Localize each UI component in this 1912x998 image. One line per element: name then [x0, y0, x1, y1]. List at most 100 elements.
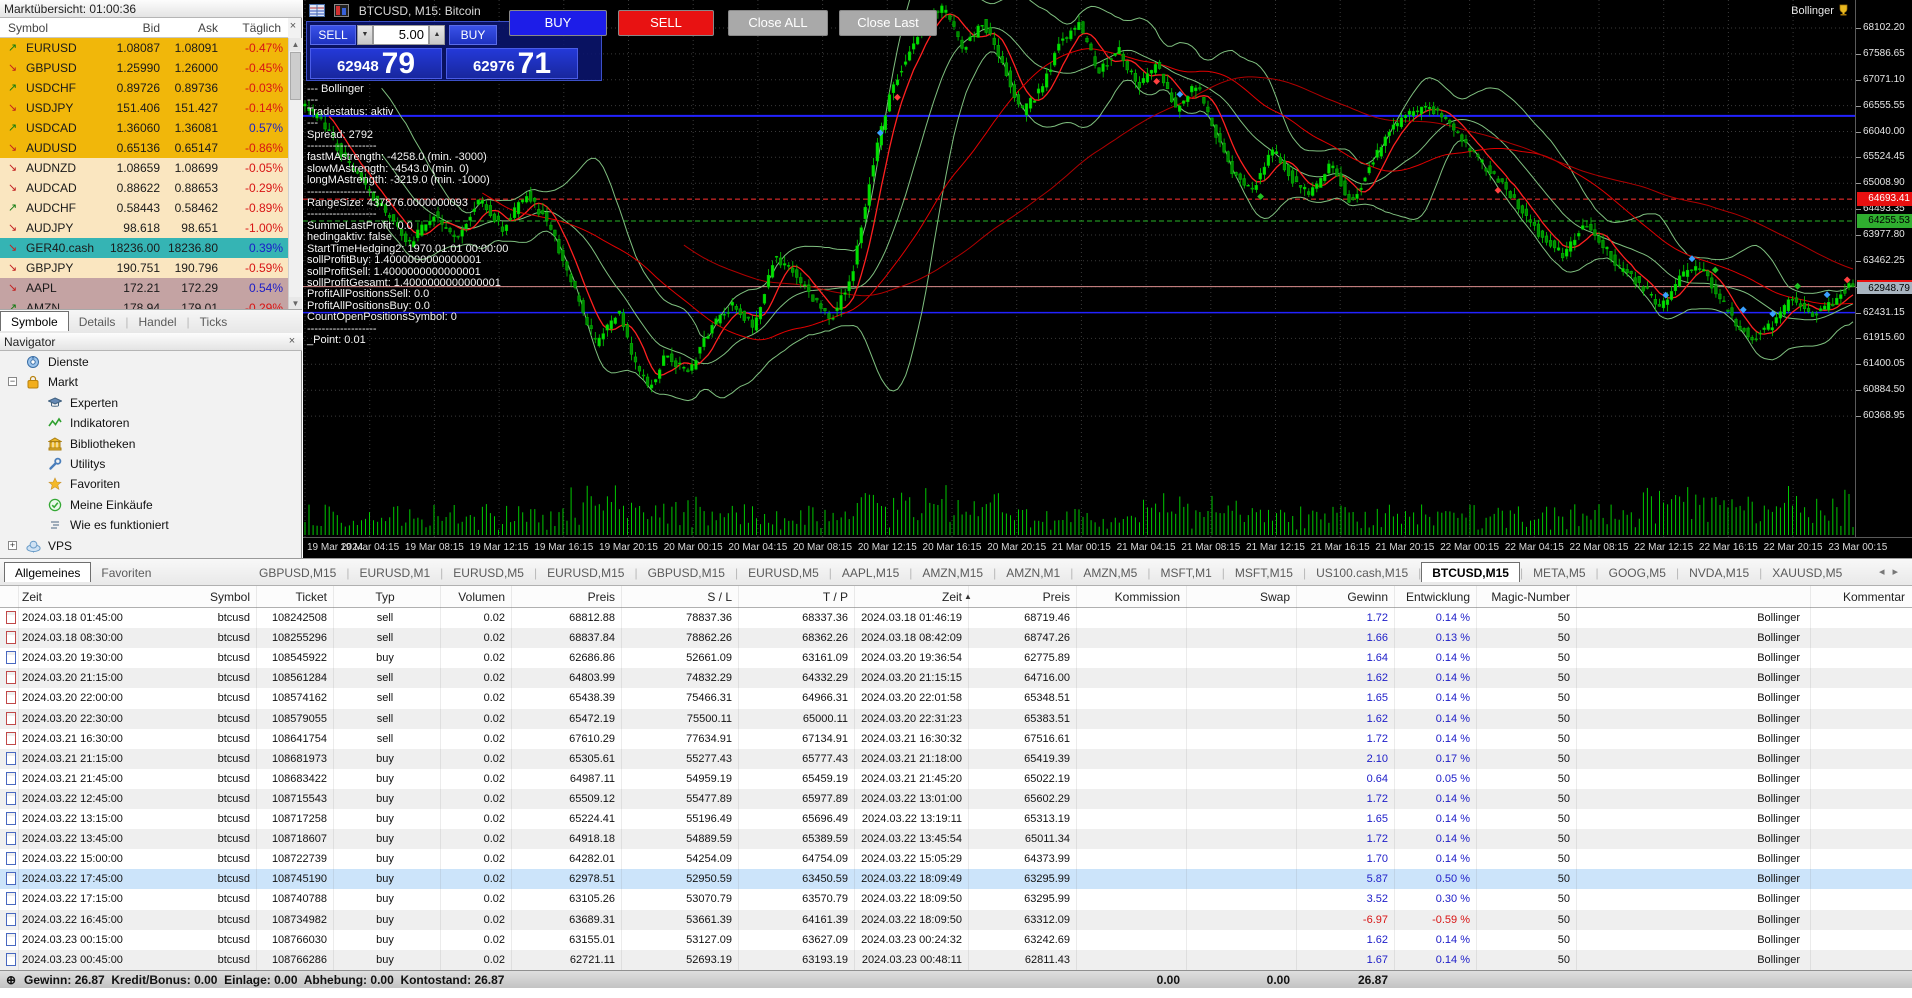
header-preis2[interactable]: Preis: [975, 586, 1070, 608]
market-watch-close-icon[interactable]: ×: [287, 20, 299, 32]
chart-tab-us100-cash-m15[interactable]: US100.cash,M15: [1306, 563, 1418, 582]
header-gewinn[interactable]: Gewinn: [1298, 586, 1388, 608]
history-row[interactable]: 2024.03.21 16:30:00 btcusd 108641754 sell 0.…: [0, 729, 1912, 749]
sidebar-item-experten[interactable]: Experten: [0, 393, 302, 413]
chart-area[interactable]: 68102.20 67586.65 67071.10 66555.55 66040.00…: [303, 0, 1912, 558]
market-watch-row[interactable]: ↘ GBPUSD 1.25990 1.26000 -0.45%: [0, 58, 288, 78]
chart-tab-gbpusd-m15[interactable]: GBPUSD,M15: [638, 563, 735, 582]
header-sl[interactable]: S / L: [632, 586, 732, 608]
tab-favoriten[interactable]: Favoriten: [91, 563, 161, 582]
col-ask[interactable]: Ask: [163, 18, 218, 38]
sidebar-item-wie-es-funktioniert[interactable]: Wie es funktioniert: [0, 515, 302, 535]
history-row[interactable]: 2024.03.20 19:30:00 btcusd 108545922 buy 0.0…: [0, 648, 1912, 668]
history-row[interactable]: 2024.03.22 17:45:00 btcusd 108745190 buy 0.0…: [0, 869, 1912, 890]
history-row[interactable]: 2024.03.20 22:30:00 btcusd 108579055 sell 0.…: [0, 708, 1912, 729]
header-tp[interactable]: T / P: [748, 586, 848, 608]
history-row[interactable]: 2024.03.22 13:15:00 btcusd 108717258 buy 0.0…: [0, 809, 1912, 829]
chart-tab-eurusd-m5[interactable]: EURUSD,M5: [738, 563, 829, 582]
sell-price-panel[interactable]: 62948 79: [310, 48, 442, 79]
header-typ[interactable]: Typ: [355, 586, 415, 608]
buy-price-panel[interactable]: 62976 71: [446, 48, 578, 79]
tab-scroll-arrows[interactable]: ◂▸: [1879, 565, 1906, 578]
history-row[interactable]: 2024.03.20 22:00:00 btcusd 108574162 sell 0.…: [0, 688, 1912, 708]
sidebar-item-utilitys[interactable]: Utilitys: [0, 454, 302, 474]
chart-tab-aapl-m15[interactable]: AAPL,M15: [832, 563, 909, 582]
header-magic[interactable]: Magic-Number: [1480, 586, 1570, 608]
chart-tab-gbpusd-m15[interactable]: GBPUSD,M15: [249, 563, 346, 582]
col-daily[interactable]: Täglich: [223, 18, 281, 38]
volume-increase-button[interactable]: ▲: [429, 25, 445, 45]
header-kommentar[interactable]: Kommentar: [1705, 586, 1905, 608]
buy-button[interactable]: BUY: [449, 25, 497, 45]
history-row[interactable]: 2024.03.22 12:45:00 btcusd 108715543 buy 0.0…: [0, 788, 1912, 809]
market-watch-row[interactable]: ↘ GER40.cash 18236.00 18236.80 0.39%: [0, 238, 288, 258]
sidebar-item-indikatoren[interactable]: Indikatoren: [0, 413, 302, 433]
depth-of-market-icon[interactable]: [309, 4, 325, 20]
history-row[interactable]: 2024.03.18 08:30:00 btcusd 108255296 sell 0.…: [0, 628, 1912, 649]
history-row[interactable]: 2024.03.23 00:15:00 btcusd 108766030 buy 0.0…: [0, 930, 1912, 950]
chart-tab-amzn-m1[interactable]: AMZN,M1: [996, 563, 1070, 582]
header-zeit[interactable]: Zeit: [22, 586, 162, 608]
scroll-thumb[interactable]: [290, 52, 301, 100]
market-watch-row[interactable]: ↘ AUDJPY 98.618 98.651 -1.00%: [0, 218, 288, 238]
tab-details[interactable]: Details: [69, 312, 126, 331]
header-symbol[interactable]: Symbol: [170, 586, 250, 608]
header-swap[interactable]: Swap: [1190, 586, 1290, 608]
chart-tab-meta-m5[interactable]: META,M5: [1523, 563, 1595, 582]
sidebar-item-dienste[interactable]: Dienste: [0, 352, 302, 372]
history-row[interactable]: 2024.03.21 21:15:00 btcusd 108681973 buy 0.0…: [0, 748, 1912, 769]
tab-allgemeines[interactable]: Allgemeines: [4, 562, 92, 582]
market-watch-scrollbar[interactable]: ▲ ▼: [288, 38, 302, 310]
history-row[interactable]: 2024.03.23 00:45:00 btcusd 108766286 buy 0.0…: [0, 949, 1912, 970]
chart-tab-msft-m15[interactable]: MSFT,M15: [1225, 563, 1303, 582]
col-bid[interactable]: Bid: [90, 18, 160, 38]
sidebar-item-bibliotheken[interactable]: Bibliotheken: [0, 434, 302, 454]
market-watch-row[interactable]: ↗ EURUSD 1.08087 1.08091 -0.47%: [0, 38, 288, 58]
chart-tab-eurusd-m5[interactable]: EURUSD,M5: [443, 563, 534, 582]
header-preis[interactable]: Preis: [520, 586, 615, 608]
close-last-button[interactable]: Close Last: [839, 10, 937, 36]
tab-symbole[interactable]: Symbole: [0, 311, 69, 331]
market-watch-row[interactable]: ↗ USDCAD 1.36060 1.36081 0.57%: [0, 118, 288, 138]
history-row[interactable]: 2024.03.22 17:15:00 btcusd 108740788 buy 0.0…: [0, 889, 1912, 909]
navigator-close-icon[interactable]: ×: [286, 335, 298, 347]
volume-decrease-button[interactable]: ▼: [357, 25, 373, 45]
market-watch-row[interactable]: ↗ USDCHF 0.89726 0.89736 -0.03%: [0, 78, 288, 98]
market-watch-row[interactable]: ↘ GBPJPY 190.751 190.796 -0.59%: [0, 258, 288, 278]
history-row[interactable]: 2024.03.22 13:45:00 btcusd 108718607 buy 0.0…: [0, 829, 1912, 850]
chart-tab-amzn-m15[interactable]: AMZN,M15: [912, 563, 993, 582]
chart-tab-nvda-m15[interactable]: NVDA,M15: [1679, 563, 1759, 582]
sell-button[interactable]: SELL: [310, 25, 356, 45]
volume-input[interactable]: 5.00: [373, 25, 429, 45]
sidebar-item-meine-eink-ufe[interactable]: Meine Einkäufe: [0, 495, 302, 515]
close-all-button[interactable]: Close ALL: [728, 10, 828, 36]
history-row[interactable]: 2024.03.22 15:00:00 btcusd 108722739 buy 0.0…: [0, 849, 1912, 869]
header-volumen[interactable]: Volumen: [435, 586, 505, 608]
sidebar-item-vps[interactable]: + VPS: [0, 536, 302, 556]
chart-tab-goog-m5[interactable]: GOOG,M5: [1599, 563, 1676, 582]
chart-tab-eurusd-m15[interactable]: EURUSD,M15: [537, 563, 634, 582]
sidebar-item-favoriten[interactable]: Favoriten: [0, 474, 302, 494]
header-kommission[interactable]: Kommission: [1080, 586, 1180, 608]
sidebar-item-markt[interactable]: − Markt: [0, 372, 302, 392]
header-entwicklung[interactable]: Entwicklung: [1394, 586, 1470, 608]
buy-button[interactable]: BUY: [509, 10, 607, 36]
market-watch-row[interactable]: ↗ AMZN 178.94 179.01 -0.29%: [0, 298, 288, 309]
market-watch-row[interactable]: ↘ AUDCAD 0.88622 0.88653 -0.29%: [0, 178, 288, 198]
header-ticket[interactable]: Ticket: [242, 586, 327, 608]
tab-handel[interactable]: Handel: [129, 312, 187, 331]
header-zeit2[interactable]: Zeit: [850, 586, 962, 608]
chart-tab-amzn-m5[interactable]: AMZN,M5: [1073, 563, 1147, 582]
chart-tab-msft-m1[interactable]: MSFT,M1: [1150, 563, 1221, 582]
one-click-trading-icon[interactable]: [334, 4, 350, 20]
market-watch-row[interactable]: ↘ AUDNZD 1.08659 1.08699 -0.05%: [0, 158, 288, 178]
history-row[interactable]: 2024.03.22 16:45:00 btcusd 108734982 buy 0.0…: [0, 909, 1912, 930]
chart-tab-xauusd-m5[interactable]: XAUUSD,M5: [1762, 563, 1852, 582]
tab-ticks[interactable]: Ticks: [190, 312, 238, 331]
expand-icon[interactable]: +: [8, 540, 17, 550]
history-row[interactable]: 2024.03.20 21:15:00 btcusd 108561284 sell 0.…: [0, 668, 1912, 689]
sell-button[interactable]: SELL: [618, 10, 714, 36]
scroll-up-icon[interactable]: ▲: [289, 38, 302, 51]
market-watch-row[interactable]: ↘ USDJPY 151.406 151.427 -0.14%: [0, 98, 288, 118]
market-watch-row[interactable]: ↗ AUDCHF 0.58443 0.58462 -0.89%: [0, 198, 288, 218]
